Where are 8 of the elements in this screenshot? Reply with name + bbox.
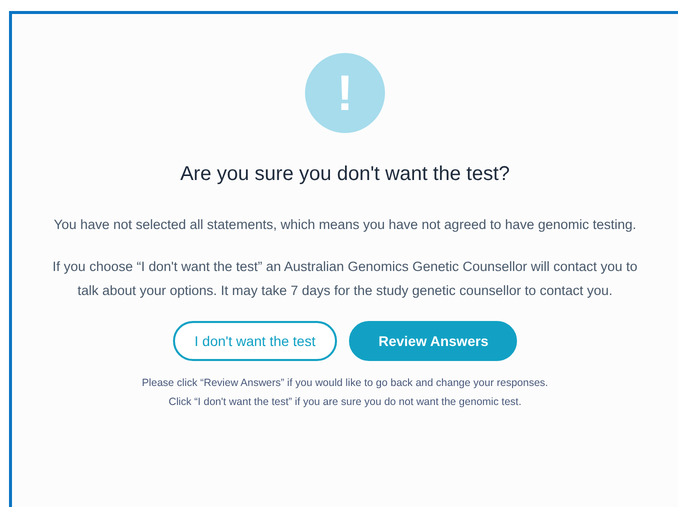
dialog-title: Are you sure you don't want the test? [180, 163, 510, 186]
review-answers-button[interactable]: Review Answers [349, 321, 518, 361]
message-text: You have not selected all statements, which means you have not agreed to have genomic testing. [54, 216, 636, 234]
decline-test-button[interactable]: I don't want the test [172, 321, 338, 361]
hint-text: Click “I don't want the test” if you are sure you do not want the genomic test. [168, 395, 522, 410]
message-text: If you choose “I don't want the test” an Australian Genomics Genetic Counsellor will contact you to talk about your options. It may take 7 days for the study genetic counsellor to contact you. [52, 258, 638, 300]
hint-text: Please click “Review Answers” if you would like to go back and change your responses. [142, 376, 548, 391]
alert-icon: ! [305, 53, 385, 133]
